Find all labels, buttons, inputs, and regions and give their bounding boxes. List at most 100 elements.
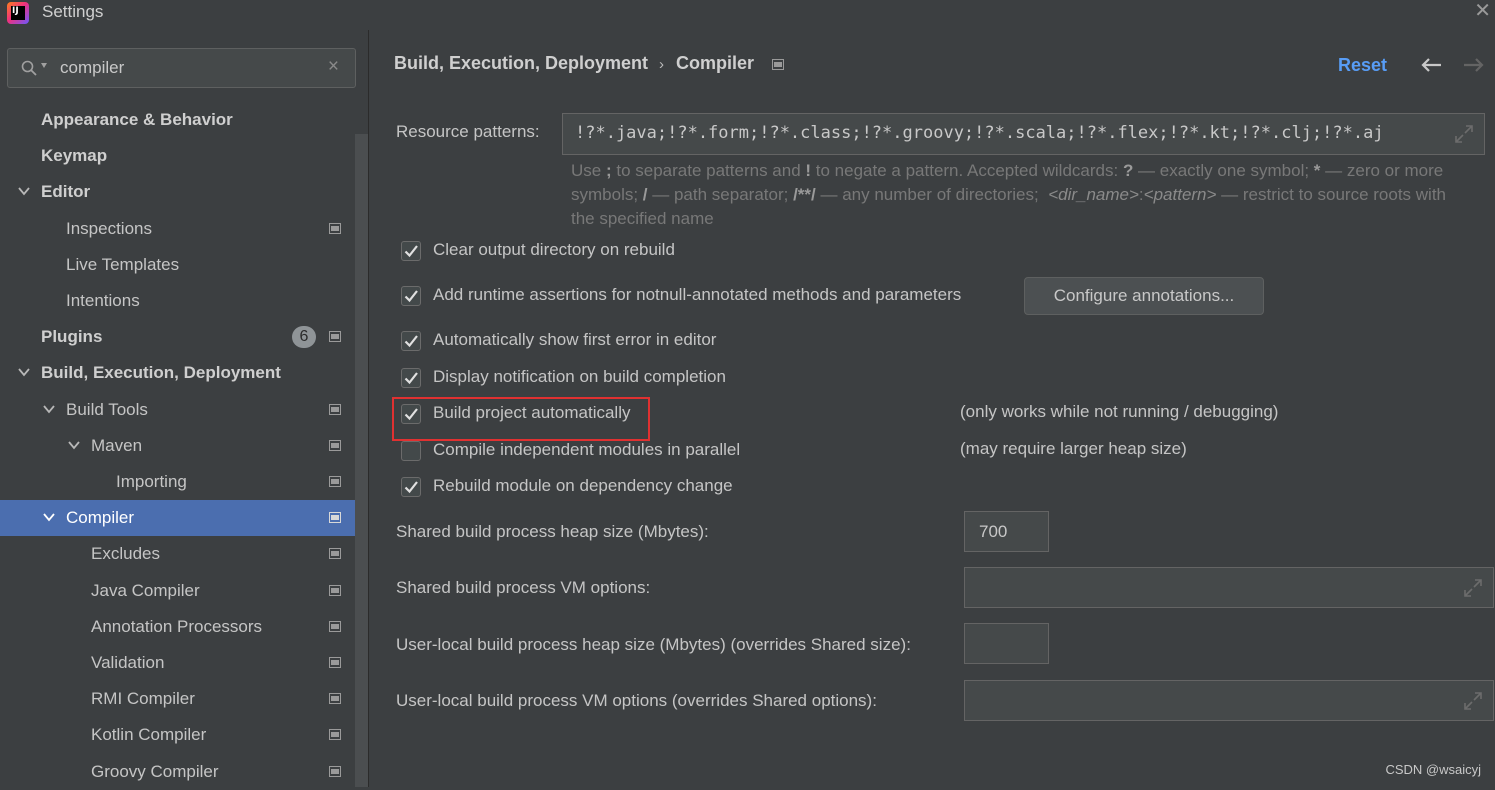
project-scope-icon [772,59,784,70]
clear-search-icon[interactable]: × [328,56,339,78]
breadcrumb-parent[interactable]: Build, Execution, Deployment [394,53,648,74]
sidebar-item[interactable]: Java Compiler [0,573,355,609]
sidebar-item[interactable]: RMI Compiler [0,681,355,717]
checkmark-icon [404,245,418,258]
resource-patterns-value: !?*.java;!?*.form;!?*.class;!?*.groovy;!… [575,123,1384,143]
sidebar-item-label: Compiler [66,508,135,528]
sidebar-item-label: Importing [116,472,187,491]
sidebar-item-label: Maven [91,435,143,455]
tree-scrollbar[interactable] [355,134,368,787]
option-checkbox[interactable] [401,441,421,461]
sidebar-item[interactable]: Build, Execution, Deployment [0,355,355,391]
configure-annotations-button[interactable]: Configure annotations... [1024,277,1264,315]
chevron-down-icon[interactable] [43,513,55,522]
option-checkbox[interactable] [401,331,421,351]
reset-link[interactable]: Reset [1338,55,1387,76]
chevron-down-icon[interactable] [18,368,30,377]
user-vm-input[interactable] [964,680,1494,721]
project-scope-icon [329,657,341,668]
project-scope-icon [329,584,341,596]
sidebar-item[interactable]: Excludes [0,536,355,572]
sidebar-item[interactable]: Plugins 6 [0,319,355,355]
sidebar-item[interactable]: Maven [0,428,355,464]
sidebar-item-label: Validation [91,653,165,672]
forward-arrow-icon[interactable] [1463,57,1485,73]
back-arrow-icon[interactable] [1420,57,1442,73]
sidebar-item[interactable]: Kotlin Compiler [0,717,355,753]
project-scope-icon [329,729,341,741]
sidebar-item[interactable]: Editor [0,174,355,210]
sidebar-item[interactable]: Live Templates [0,247,355,283]
search-input[interactable]: compiler [60,58,124,78]
resource-patterns-input[interactable]: !?*.java;!?*.form;!?*.class;!?*.groovy;!… [562,113,1485,155]
option-label[interactable]: Compile independent modules in parallel [433,440,740,460]
option-checkbox[interactable] [401,286,421,306]
sidebar-item-label: Java Compiler [91,580,200,600]
sidebar-item[interactable]: Importing [0,464,355,500]
project-scope-icon [329,693,341,705]
breadcrumb-separator: › [659,56,664,73]
option-checkbox[interactable] [401,477,421,497]
title-bar: IJ Settings ✕ [0,0,1495,30]
expand-icon[interactable] [1454,124,1474,144]
option-label[interactable]: Add runtime assertions for notnull-annot… [433,285,961,305]
checkmark-icon [404,372,418,385]
settings-sidebar: compiler × Appearance & Behavior Keymap Ed… [0,30,369,787]
watermark: CSDN @wsaicyj [1385,762,1481,777]
sidebar-item[interactable]: Groovy Compiler [0,754,355,790]
user-vm-label: User-local build process VM options (ove… [396,691,877,710]
sidebar-item-label: RMI Compiler [91,689,195,709]
window-title: Settings [42,2,104,21]
sidebar-item-label: Intentions [66,291,140,310]
expand-icon[interactable] [1463,691,1483,711]
sidebar-item-label: Live Templates [66,254,180,274]
expand-icon[interactable] [1463,578,1483,598]
project-scope-icon [329,439,341,451]
project-scope-icon [329,548,341,560]
user-heap-input[interactable] [964,623,1049,664]
shared-heap-input[interactable]: 700 [964,511,1049,552]
project-scope-icon [329,403,341,415]
project-scope-icon [329,620,341,632]
project-scope-icon [329,331,341,343]
project-scope-icon [329,222,341,234]
sidebar-item[interactable]: Intentions [0,283,355,319]
chevron-down-icon[interactable] [68,441,80,450]
sidebar-item-label: Build Tools [66,399,148,419]
option-label[interactable]: Automatically show first error in editor [433,330,716,350]
chevron-down-icon[interactable] [41,63,47,68]
shared-heap-value: 700 [979,522,1008,541]
search-icon [21,60,37,76]
sidebar-item-label: Groovy Compiler [91,761,219,781]
annotation-highlight [392,397,650,441]
project-scope-icon [329,765,341,777]
sidebar-item-label: Kotlin Compiler [91,725,207,745]
checkmark-icon [404,335,418,348]
chevron-down-icon[interactable] [43,405,55,414]
sidebar-item-label: Inspections [66,218,152,238]
sidebar-item[interactable]: Build Tools [0,392,355,428]
sidebar-item[interactable]: Compiler [0,500,369,537]
project-scope-icon [329,512,341,524]
shared-vm-input[interactable] [964,567,1494,608]
close-icon[interactable]: ✕ [1474,0,1491,23]
sidebar-item[interactable]: Keymap [0,138,355,174]
sidebar-item[interactable]: Annotation Processors [0,609,355,645]
intellij-idea-icon: IJ [7,2,29,24]
project-scope-icon [329,476,341,487]
option-checkbox[interactable] [401,241,421,261]
shared-heap-label: Shared build process heap size (Mbytes): [396,522,709,541]
shared-vm-label: Shared build process VM options: [396,578,651,597]
chevron-down-icon[interactable] [18,187,30,196]
sidebar-item[interactable]: Appearance & Behavior [0,102,355,138]
option-label[interactable]: Rebuild module on dependency change [433,476,733,496]
plugin-updates-badge: 6 [292,326,316,349]
breadcrumb-current: Compiler [676,53,755,73]
option-checkbox[interactable] [401,368,421,388]
sidebar-item[interactable]: Validation [0,645,355,681]
option-label[interactable]: Clear output directory on rebuild [433,240,675,260]
user-heap-label: User-local build process heap size (Mbyt… [396,635,911,654]
sidebar-item[interactable]: Inspections [0,211,355,247]
option-label[interactable]: Display notification on build completion [433,367,726,387]
search-field[interactable]: compiler × [7,48,356,88]
